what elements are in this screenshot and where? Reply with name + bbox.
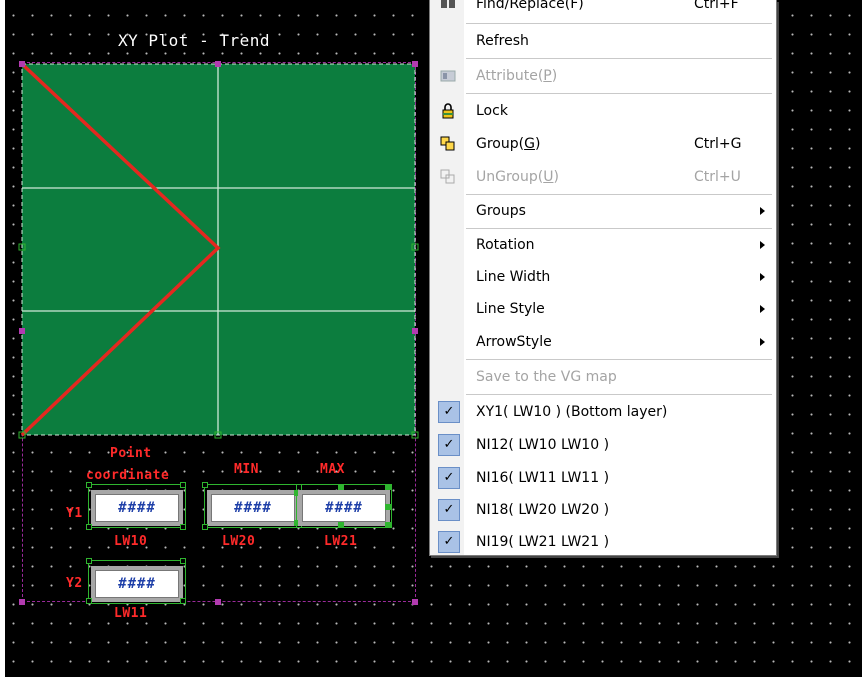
max-numeric-value: #### — [302, 494, 386, 522]
checkmark-icon: ✓ — [438, 433, 460, 456]
lock-icon — [439, 102, 457, 120]
submenu-arrow-icon — [760, 272, 765, 281]
y1-label: Y1 — [66, 506, 83, 521]
menu-item-label: NI16( LW11 LW11 ) — [476, 469, 610, 486]
menu-item-label: Rotation — [476, 236, 535, 253]
menu-item-label: Group( — [476, 135, 525, 152]
menu-item-ungroup[interactable]: UnGroup(U) Ctrl+U — [430, 160, 776, 193]
min-label: MIN — [234, 462, 259, 477]
checkmark-icon: ✓ — [438, 400, 460, 423]
min-numeric-value: #### — [211, 494, 295, 522]
y1-numeric-value: #### — [95, 494, 179, 522]
find-replace-icon — [439, 0, 457, 13]
menu-item-label: Lock — [476, 102, 508, 119]
menu-item-layer-ni16[interactable]: ✓ NI16( LW11 LW11 ) — [430, 461, 776, 494]
point-coordinate-label-line1: Point — [110, 446, 152, 461]
menu-item-line-style[interactable]: Line Style — [430, 292, 776, 325]
submenu-arrow-icon — [760, 304, 765, 313]
checkmark-icon: ✓ — [438, 466, 460, 489]
menu-item-group[interactable]: Group(G) Ctrl+G — [430, 127, 776, 160]
max-label: MAX — [320, 462, 345, 477]
y2-address-label: LW11 — [114, 606, 148, 621]
submenu-arrow-icon — [760, 206, 765, 215]
y1-address-label: LW10 — [114, 534, 148, 549]
menu-item-label: Save to the VG map — [476, 368, 617, 385]
submenu-arrow-icon — [760, 337, 765, 346]
max-numeric-input[interactable]: #### — [298, 490, 390, 526]
menu-item-shortcut: Ctrl+F — [694, 0, 739, 12]
group-icon — [439, 135, 457, 153]
menu-item-label: Find/Replace(F) — [476, 0, 584, 12]
menu-item-label: Refresh — [476, 32, 529, 49]
xy-plot-svg — [18, 61, 419, 605]
menu-item-groups[interactable]: Groups — [430, 194, 776, 227]
menu-item-lock[interactable]: Lock — [430, 94, 776, 127]
point-coordinate-label-line2: coordinate — [86, 468, 170, 483]
menu-item-label: UnGroup( — [476, 168, 544, 185]
y2-label: Y2 — [66, 576, 83, 591]
menu-item-layer-ni18[interactable]: ✓ NI18( LW20 LW20 ) — [430, 493, 776, 526]
y2-numeric-input[interactable]: #### — [91, 566, 183, 602]
menu-item-label: NI19( LW21 LW21 ) — [476, 533, 610, 550]
menu-item-accelerator: U — [543, 168, 554, 185]
menu-item-refresh[interactable]: Refresh — [430, 24, 776, 57]
max-address-label: LW21 — [324, 534, 358, 549]
menu-item-shortcut: Ctrl+U — [694, 168, 741, 185]
menu-item-line-width[interactable]: Line Width — [430, 260, 776, 293]
menu-item-shortcut: Ctrl+G — [694, 135, 742, 152]
menu-item-label: Attribute( — [476, 67, 544, 84]
menu-item-label: XY1( LW10 ) (Bottom layer) — [476, 403, 668, 420]
checkmark-icon: ✓ — [438, 530, 460, 553]
y2-numeric-value: #### — [95, 570, 179, 598]
menu-item-label: Line Width — [476, 268, 551, 285]
menu-item-layer-ni19[interactable]: ✓ NI19( LW21 LW21 ) — [430, 525, 776, 558]
context-menu: Find/Replace(F) Ctrl+F Refresh Attribute… — [429, 0, 777, 556]
attribute-icon — [439, 67, 457, 85]
menu-item-rotation[interactable]: Rotation — [430, 228, 776, 261]
submenu-arrow-icon — [760, 240, 765, 249]
menu-item-accelerator: P — [543, 67, 552, 84]
menu-item-arrow-style[interactable]: ArrowStyle — [430, 325, 776, 358]
menu-item-find-replace[interactable]: Find/Replace(F) Ctrl+F — [430, 0, 776, 20]
menu-item-attribute[interactable]: Attribute(P) — [430, 59, 776, 92]
menu-item-label: NI18( LW20 LW20 ) — [476, 501, 610, 518]
checkmark-icon: ✓ — [438, 498, 460, 521]
min-address-label: LW20 — [222, 534, 256, 549]
menu-item-label: Groups — [476, 202, 526, 219]
menu-item-layer-xy1[interactable]: ✓ XY1( LW10 ) (Bottom layer) — [430, 395, 776, 428]
y1-numeric-input[interactable]: #### — [91, 490, 183, 526]
ungroup-icon — [439, 168, 457, 186]
menu-item-label: Line Style — [476, 300, 545, 317]
menu-item-layer-ni12[interactable]: ✓ NI12( LW10 LW10 ) — [430, 428, 776, 461]
menu-item-save-to-vg-map[interactable]: Save to the VG map — [430, 360, 776, 393]
menu-item-accelerator: G — [524, 135, 535, 152]
min-numeric-input[interactable]: #### — [207, 490, 299, 526]
menu-item-label: NI12( LW10 LW10 ) — [476, 436, 610, 453]
menu-item-label: ArrowStyle — [476, 333, 552, 350]
